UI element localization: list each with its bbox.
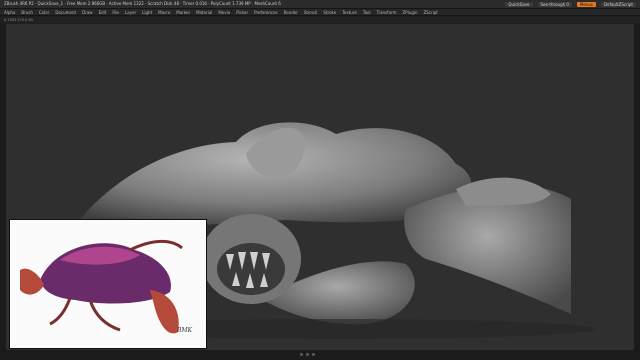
menu-item-file[interactable]: File [112, 9, 119, 15]
right-shelf [634, 24, 640, 350]
artist-signature: BMK [176, 327, 192, 334]
menu-item-draw[interactable]: Draw [82, 9, 92, 15]
title-bar: ZBrush 4R6 P2 · QuickSave_1 · Free Mem 2… [0, 0, 640, 9]
quicksave-button[interactable]: QuickSave [505, 1, 533, 7]
menu-item-document[interactable]: Document [55, 9, 76, 15]
menu-item-stencil[interactable]: Stencil [304, 9, 318, 15]
menu-item-marker[interactable]: Marker [176, 9, 190, 15]
tray-handles[interactable] [300, 353, 315, 356]
reference-image-panel: BMK [9, 219, 207, 349]
menu-item-transform[interactable]: Transform [377, 9, 397, 15]
info-bar: 0.7003 570.0 80 [0, 17, 640, 23]
window-title: ZBrush 4R6 P2 · QuickSave_1 · Free Mem 2… [4, 1, 281, 6]
menu-item-brush[interactable]: Brush [21, 9, 33, 15]
menu-item-zscript[interactable]: ZScript [424, 9, 438, 15]
default-zscript-button[interactable]: DefaultZScript [601, 1, 636, 7]
menu-item-tool[interactable]: Tool [363, 9, 371, 15]
menu-item-layer[interactable]: Layer [125, 9, 136, 15]
menu-item-preferences[interactable]: Preferences [254, 9, 278, 15]
menu-item-render[interactable]: Render [284, 9, 298, 15]
menu-item-edit[interactable]: Edit [99, 9, 107, 15]
bottom-shelf [0, 350, 640, 360]
menu-item-light[interactable]: Light [142, 9, 152, 15]
menu-item-color[interactable]: Color [39, 9, 49, 15]
menu-item-texture[interactable]: Texture [342, 9, 357, 15]
menu-item-alpha[interactable]: Alpha [4, 9, 15, 15]
see-through-slider[interactable]: See-through 0 [537, 1, 572, 7]
menu-item-picker[interactable]: Picker [236, 9, 248, 15]
menus-button[interactable]: Menus [576, 1, 597, 7]
menu-item-movie[interactable]: Movie [218, 9, 230, 15]
menu-item-zplugin[interactable]: ZPlugin [403, 9, 418, 15]
menu-item-material[interactable]: Material [196, 9, 212, 15]
title-bar-controls: QuickSave See-through 0 Menus DefaultZSc… [505, 0, 636, 8]
menu-item-stroke[interactable]: Stroke [323, 9, 336, 15]
main-menu-bar: Alpha Brush Color Document Draw Edit File Layer… [0, 9, 640, 16]
menu-item-macro[interactable]: Macro [158, 9, 170, 15]
